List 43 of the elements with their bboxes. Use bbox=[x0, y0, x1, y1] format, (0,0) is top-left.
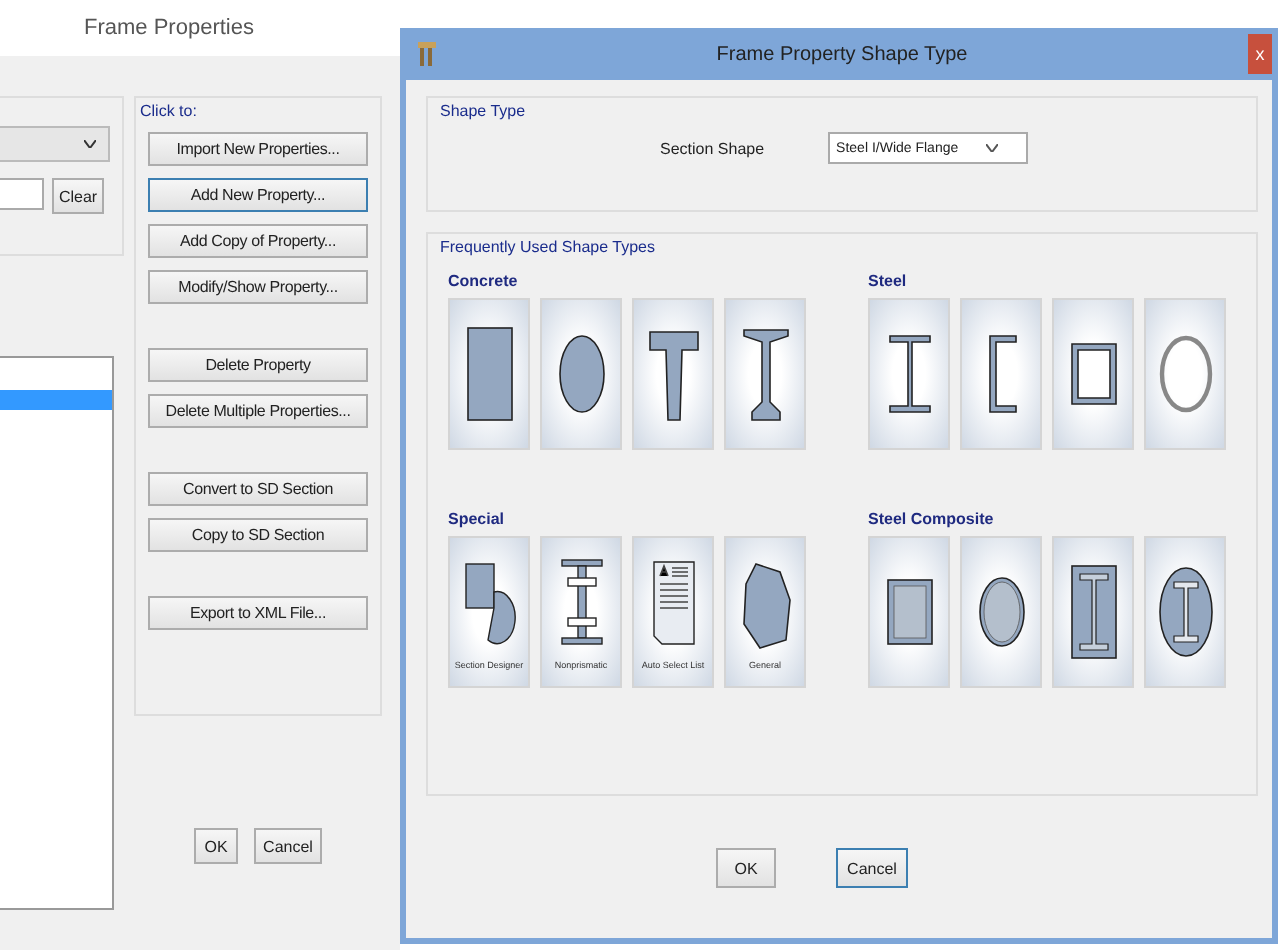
group-title: Click to: bbox=[138, 102, 197, 120]
action-button[interactable]: Add Copy of Property... bbox=[148, 224, 368, 258]
action-button[interactable]: Import New Properties... bbox=[148, 132, 368, 166]
shape-tile[interactable] bbox=[448, 298, 530, 450]
shape-tile[interactable] bbox=[632, 298, 714, 450]
shape-tile[interactable] bbox=[868, 298, 950, 450]
text-field[interactable] bbox=[0, 178, 44, 210]
action-button[interactable]: Delete Multiple Properties... bbox=[148, 394, 368, 428]
action-button[interactable]: Convert to SD Section bbox=[148, 472, 368, 506]
caret-icon bbox=[986, 144, 999, 152]
category-title: Concrete bbox=[448, 272, 520, 290]
group-title: Frequently Used Shape Types bbox=[438, 238, 655, 256]
shape-tile[interactable] bbox=[540, 298, 622, 450]
shape-tile[interactable] bbox=[1052, 536, 1134, 688]
cancel-button[interactable]: Cancel bbox=[836, 848, 908, 888]
app-icon bbox=[418, 42, 436, 66]
shape-tile[interactable] bbox=[960, 298, 1042, 450]
clear-button[interactable]: Clear bbox=[52, 178, 104, 214]
caret-icon bbox=[84, 140, 96, 148]
list-box[interactable] bbox=[0, 356, 114, 910]
window-title: Frame Property Shape Type bbox=[714, 43, 970, 65]
category-title: Steel bbox=[868, 272, 909, 290]
action-button[interactable]: Add New Property... bbox=[148, 178, 368, 212]
action-button[interactable]: Delete Property bbox=[148, 348, 368, 382]
filled-i-icon bbox=[1155, 562, 1215, 662]
shape-tile[interactable] bbox=[960, 536, 1042, 688]
ok-button[interactable]: OK bbox=[194, 828, 238, 864]
shape-tile[interactable] bbox=[1144, 536, 1226, 688]
category-title: Special bbox=[448, 510, 507, 528]
cancel-button[interactable]: Cancel bbox=[254, 828, 322, 864]
shape-tile[interactable] bbox=[724, 298, 806, 450]
group-title: Shape Type bbox=[438, 102, 526, 120]
field-label: Section Shape bbox=[660, 139, 765, 157]
close-button[interactable]: x bbox=[1248, 34, 1272, 74]
ok-button[interactable]: OK bbox=[716, 848, 776, 888]
shape-tile[interactable] bbox=[1144, 298, 1226, 450]
window-title: Frame Properties bbox=[84, 16, 254, 40]
action-button[interactable]: Export to XML File... bbox=[148, 596, 368, 630]
action-button[interactable]: Modify/Show Property... bbox=[148, 270, 368, 304]
shape-tile[interactable] bbox=[1052, 298, 1134, 450]
category-title: Steel Composite bbox=[868, 510, 996, 528]
shape-tile[interactable] bbox=[868, 536, 950, 688]
action-button[interactable]: Copy to SD Section bbox=[148, 518, 368, 552]
